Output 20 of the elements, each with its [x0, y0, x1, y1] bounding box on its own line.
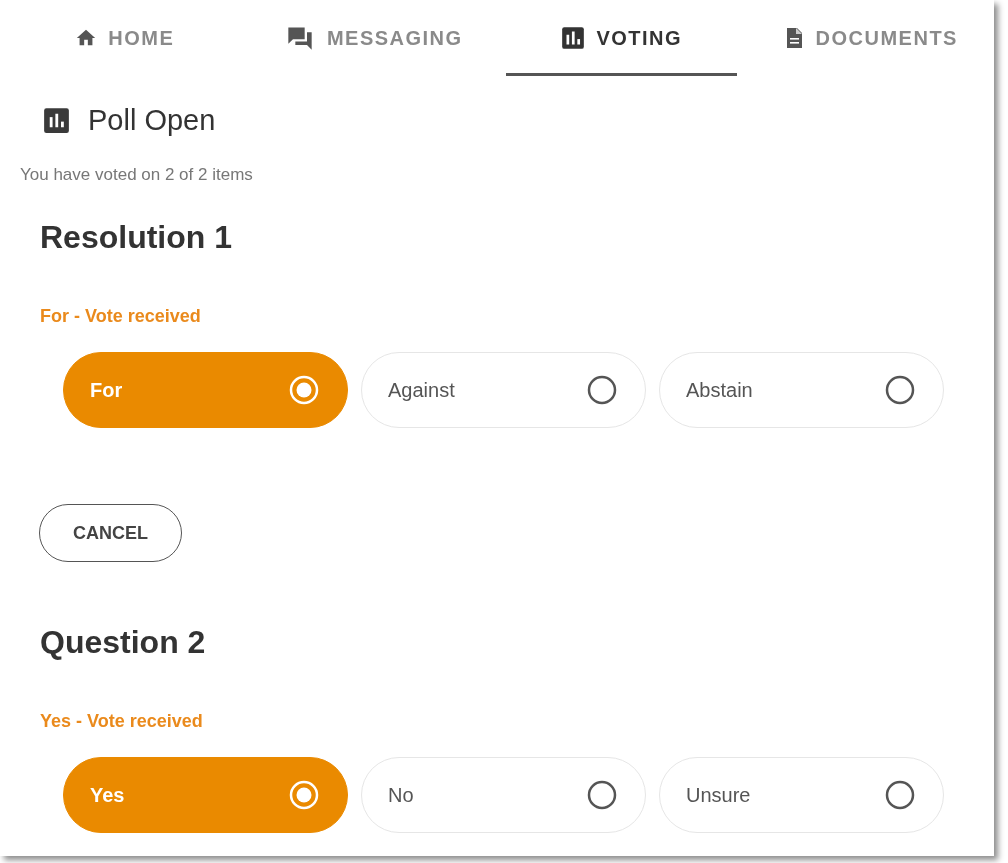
vote-status: Yes - Vote received — [40, 711, 204, 732]
vote-option[interactable]: Unsure — [659, 757, 944, 833]
item-title: Resolution 1 — [40, 219, 233, 256]
vote-progress-text: You have voted on 2 of 2 items — [20, 165, 254, 185]
radio-icon — [885, 780, 915, 810]
radio-icon — [885, 375, 915, 405]
cancel-button[interactable]: CANCEL — [39, 504, 182, 562]
vote-status: For - Vote received — [40, 306, 202, 327]
vote-option[interactable]: No — [361, 757, 646, 833]
radio-icon — [289, 375, 319, 405]
radio-icon — [289, 780, 319, 810]
vote-option[interactable]: Abstain — [659, 352, 944, 428]
bar-chart-icon — [560, 25, 587, 51]
radio-icon — [587, 780, 617, 810]
bar-chart-icon — [43, 107, 70, 134]
item-title: Question 2 — [40, 624, 207, 661]
vote-option[interactable]: Against — [361, 352, 646, 428]
radio-icon — [587, 375, 617, 405]
nav-tab[interactable]: VOTING — [497, 14, 746, 76]
poll-title: Poll Open — [88, 104, 216, 137]
